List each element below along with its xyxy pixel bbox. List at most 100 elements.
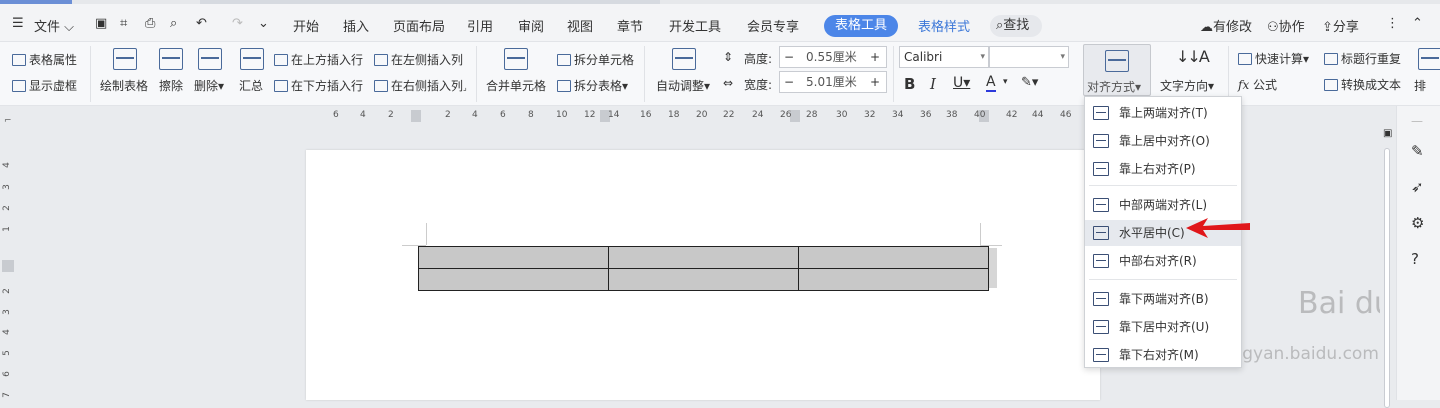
right-sidebar: — ✎ ➶ ⚙ ? bbox=[1396, 106, 1440, 400]
save-icon[interactable]: ▣ bbox=[95, 16, 107, 31]
redo-icon[interactable]: ↷ bbox=[232, 16, 243, 31]
collab-button[interactable]: ⚇协作 bbox=[1267, 16, 1305, 35]
underline-icon[interactable]: U▾ bbox=[953, 75, 970, 91]
height-stepper[interactable]: − 0.55厘米 + bbox=[779, 46, 887, 68]
ruler-column-marker[interactable] bbox=[411, 110, 421, 122]
more-icon[interactable]: ⋮ bbox=[1386, 16, 1399, 31]
tab-section[interactable]: 章节 bbox=[617, 16, 643, 35]
align-option[interactable]: 靠下居中对齐(U) bbox=[1085, 314, 1241, 340]
ruler-number: 2 bbox=[445, 110, 451, 120]
font-size-select[interactable]: ▾ bbox=[989, 46, 1069, 68]
width-stepper[interactable]: − 5.01厘米 + bbox=[779, 71, 887, 93]
settings-sliders-icon[interactable]: ⚙ bbox=[1411, 214, 1424, 232]
font-family-select[interactable]: Calibri ▾ bbox=[899, 46, 989, 68]
italic-icon[interactable]: I bbox=[930, 75, 936, 93]
ruler-number: 28 bbox=[806, 110, 818, 120]
tab-stop-icon[interactable]: ⌐ bbox=[4, 116, 12, 126]
align-option[interactable]: 靠下两端对齐(B) bbox=[1085, 286, 1241, 312]
align-option[interactable]: 靠上右对齐(P) bbox=[1085, 156, 1241, 182]
align-button[interactable]: 对齐方式▾ bbox=[1083, 44, 1151, 96]
print-preview-icon[interactable]: ⌕ bbox=[170, 16, 177, 31]
title-repeat-button[interactable]: 标题行重复 bbox=[1324, 50, 1401, 67]
width-input[interactable]: 5.01厘米 bbox=[806, 72, 857, 92]
align-option-icon bbox=[1093, 134, 1109, 148]
hamburger-icon[interactable]: ☰ bbox=[12, 16, 24, 31]
customize-qat-icon[interactable]: ⌄ bbox=[258, 16, 269, 31]
split-cells-button[interactable]: 拆分单元格 bbox=[557, 51, 634, 68]
align-option[interactable]: 中部右对齐(R) bbox=[1085, 248, 1241, 274]
split-table-button[interactable]: 拆分表格▾ bbox=[557, 77, 628, 94]
text-direction-button[interactable]: 文字方向▾ bbox=[1160, 77, 1214, 94]
align-option-icon bbox=[1093, 198, 1109, 212]
tab-table-style[interactable]: 表格样式 bbox=[918, 16, 970, 35]
show-grid-button[interactable]: 显示虚框 bbox=[12, 77, 77, 94]
insert-col-left-button[interactable]: 在左侧插入列 bbox=[374, 51, 463, 68]
minus-icon[interactable]: − bbox=[784, 72, 794, 92]
height-icon: ⇕ bbox=[723, 50, 734, 64]
format-painter-icon[interactable]: ⌗ bbox=[120, 16, 127, 31]
row-resize-handle[interactable] bbox=[989, 248, 997, 288]
tab-developer[interactable]: 开发工具 bbox=[669, 16, 721, 35]
table-cell[interactable] bbox=[798, 246, 989, 269]
search-button[interactable]: ⌕查找 bbox=[990, 15, 1042, 37]
bold-icon[interactable]: B bbox=[904, 75, 915, 93]
divider bbox=[893, 46, 894, 102]
draw-table-button[interactable]: 绘制表格 bbox=[100, 77, 148, 94]
insert-col-right-button[interactable]: 在右侧插入列⌟ bbox=[374, 77, 467, 94]
tab-insert[interactable]: 插入 bbox=[343, 16, 369, 35]
align-option[interactable]: 靠上两端对齐(T) bbox=[1085, 100, 1241, 126]
font-color-icon[interactable]: A bbox=[986, 74, 996, 92]
align-option[interactable]: 靠上居中对齐(O) bbox=[1085, 128, 1241, 154]
table-cell[interactable] bbox=[798, 268, 989, 291]
vertical-scrollbar[interactable]: ▣ bbox=[1380, 126, 1394, 408]
tab-home[interactable]: 开始 bbox=[293, 16, 319, 35]
tab-table-tools[interactable]: 表格工具 bbox=[824, 15, 898, 37]
highlight-icon[interactable]: ✎▾ bbox=[1021, 75, 1038, 90]
sort-button[interactable]: 排 bbox=[1414, 77, 1426, 94]
tab-view[interactable]: 视图 bbox=[567, 16, 593, 35]
has-changes-button[interactable]: ☁有修改 bbox=[1200, 16, 1252, 35]
undo-icon[interactable]: ↶ bbox=[196, 16, 207, 31]
formula-button[interactable]: fx 公式 bbox=[1238, 76, 1277, 93]
align-option[interactable]: 靠下右对齐(M) bbox=[1085, 342, 1241, 368]
edit-icon[interactable]: ✎ bbox=[1411, 142, 1424, 160]
tab-references[interactable]: 引用 bbox=[467, 16, 493, 35]
scroll-up-icon[interactable]: ▣ bbox=[1383, 128, 1392, 139]
plus-icon[interactable]: + bbox=[870, 47, 880, 67]
erase-button[interactable]: 擦除 bbox=[159, 77, 183, 94]
share-button[interactable]: ⇪分享 bbox=[1322, 16, 1359, 35]
chevron-down-icon[interactable]: ▾ bbox=[1003, 77, 1008, 87]
tab-member[interactable]: 会员专享 bbox=[747, 16, 799, 35]
print-icon[interactable]: ⎙ bbox=[145, 16, 155, 31]
pointer-icon[interactable]: ➶ bbox=[1411, 178, 1424, 196]
help-icon[interactable]: ? bbox=[1411, 250, 1419, 268]
table-cell[interactable] bbox=[418, 268, 609, 291]
insert-row-below-button[interactable]: 在下方插入行 bbox=[274, 77, 363, 94]
document-table[interactable] bbox=[418, 246, 989, 291]
file-menu[interactable]: 文件 ⌵ bbox=[34, 16, 74, 35]
table-props-button[interactable]: 表格属性 bbox=[12, 51, 77, 68]
collapse-ribbon-icon[interactable]: ⌃ bbox=[1412, 16, 1423, 31]
table-cell[interactable] bbox=[608, 268, 799, 291]
tab-review[interactable]: 审阅 bbox=[518, 16, 544, 35]
table-cell[interactable] bbox=[418, 246, 609, 269]
tab-page-layout[interactable]: 页面布局 bbox=[393, 16, 445, 35]
plus-icon[interactable]: + bbox=[870, 72, 880, 92]
height-input[interactable]: 0.55厘米 bbox=[806, 47, 857, 67]
align-option[interactable]: 中部两端对齐(L) bbox=[1085, 192, 1241, 218]
ruler-row-marker[interactable] bbox=[2, 260, 14, 272]
table-cell[interactable] bbox=[608, 246, 799, 269]
merge-cells-button[interactable]: 合并单元格 bbox=[486, 77, 546, 94]
vertical-ruler[interactable]: 4 3 2 1 2 3 4 5 6 7 bbox=[0, 126, 16, 400]
summary-button[interactable]: 汇总 bbox=[239, 77, 263, 94]
insert-row-above-button[interactable]: 在上方插入行 bbox=[274, 51, 363, 68]
menu-divider bbox=[1089, 279, 1237, 280]
delete-button[interactable]: 删除▾ bbox=[194, 77, 224, 94]
auto-fit-button[interactable]: 自动调整▾ bbox=[656, 77, 710, 94]
scroll-thumb[interactable] bbox=[1384, 148, 1390, 408]
ruler-column-marker[interactable] bbox=[790, 110, 800, 122]
user-icon: ⚇ bbox=[1267, 20, 1279, 35]
to-text-button[interactable]: 转换成文本 bbox=[1324, 76, 1401, 93]
minus-icon[interactable]: − bbox=[784, 47, 794, 67]
quick-calc-button[interactable]: 快速计算▾ bbox=[1238, 50, 1309, 67]
